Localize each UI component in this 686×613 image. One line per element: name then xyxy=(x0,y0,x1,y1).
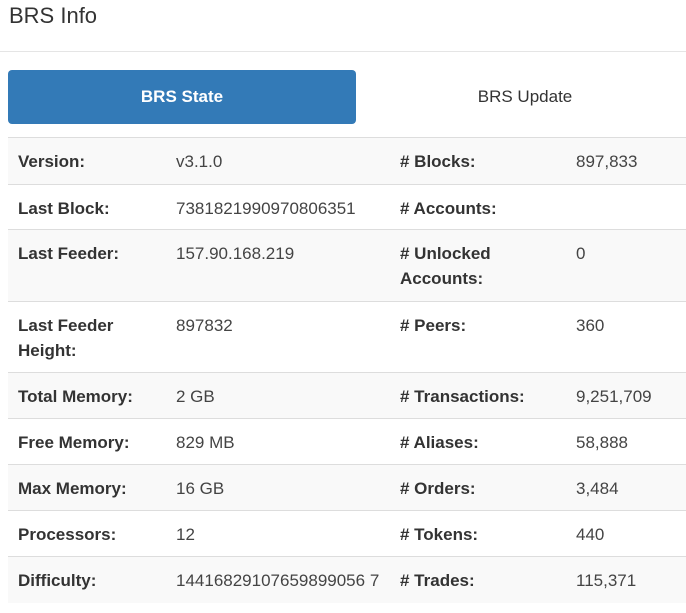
version-label: Version: xyxy=(18,152,86,171)
peers-label: # Peers: xyxy=(400,316,467,335)
last-feeder-height-value: 897832 xyxy=(176,316,233,335)
trades-value: 115,371 xyxy=(576,571,637,590)
table-row: Last Feeder: 157.90.168.219 # Unlocked A… xyxy=(8,229,686,302)
blocks-label: # Blocks: xyxy=(400,152,476,171)
max-memory-label: Max Memory: xyxy=(18,479,127,498)
modal-header: BRS Info xyxy=(0,0,686,52)
table-row: Free Memory: 829 MB # Aliases: 58,888 xyxy=(8,418,686,465)
tokens-label: # Tokens: xyxy=(400,525,479,544)
trades-label: # Trades: xyxy=(400,571,475,590)
table-row: Processors: 12 # Tokens: 440 xyxy=(8,510,686,557)
table-row: Version: v3.1.0 # Blocks: 897,833 xyxy=(8,137,686,185)
brs-state-table: Version: v3.1.0 # Blocks: 897,833 Last B… xyxy=(8,137,686,603)
accounts-label: # Accounts: xyxy=(400,199,497,218)
peers-value: 360 xyxy=(576,316,605,335)
tokens-value: 440 xyxy=(576,525,605,544)
tab-brs-state[interactable]: BRS State xyxy=(8,70,356,124)
table-row: Difficulty: 14416829107659899056 7 # Tra… xyxy=(8,556,686,603)
transactions-label: # Transactions: xyxy=(400,387,525,406)
unlocked-accounts-label: # Unlocked Accounts: xyxy=(400,244,491,288)
last-block-value: 7381821990970806351 xyxy=(176,199,356,218)
processors-label: Processors: xyxy=(18,525,117,544)
total-memory-value: 2 GB xyxy=(176,387,215,406)
tab-brs-update[interactable]: BRS Update xyxy=(364,70,686,124)
aliases-value: 58,888 xyxy=(576,433,628,452)
orders-label: # Orders: xyxy=(400,479,476,498)
table-row: Last Feeder Height: 897832 # Peers: 360 xyxy=(8,301,686,373)
last-block-label: Last Block: xyxy=(18,199,110,218)
unlocked-accounts-value: 0 xyxy=(576,244,586,263)
table-row: Max Memory: 16 GB # Orders: 3,484 xyxy=(8,464,686,511)
page-title: BRS Info xyxy=(9,3,98,28)
version-value: v3.1.0 xyxy=(176,152,223,171)
free-memory-value: 829 MB xyxy=(176,433,235,452)
difficulty-label: Difficulty: xyxy=(18,571,97,590)
blocks-value: 897,833 xyxy=(576,152,638,171)
accounts-value xyxy=(566,185,686,230)
total-memory-label: Total Memory: xyxy=(18,387,133,406)
transactions-value: 9,251,709 xyxy=(576,387,652,406)
tab-bar: BRS State BRS Update xyxy=(8,70,686,124)
last-feeder-height-label: Last Feeder Height: xyxy=(18,316,114,360)
last-feeder-value: 157.90.168.219 xyxy=(176,244,295,263)
processors-value: 12 xyxy=(176,525,195,544)
orders-value: 3,484 xyxy=(576,479,619,498)
free-memory-label: Free Memory: xyxy=(18,433,130,452)
last-feeder-label: Last Feeder: xyxy=(18,244,120,263)
table-row: Total Memory: 2 GB # Transactions: 9,251… xyxy=(8,372,686,419)
aliases-label: # Aliases: xyxy=(400,433,479,452)
max-memory-value: 16 GB xyxy=(176,479,225,498)
difficulty-value: 14416829107659899056 7 xyxy=(176,571,380,590)
table-row: Last Block: 7381821990970806351 # Accoun… xyxy=(8,184,686,230)
